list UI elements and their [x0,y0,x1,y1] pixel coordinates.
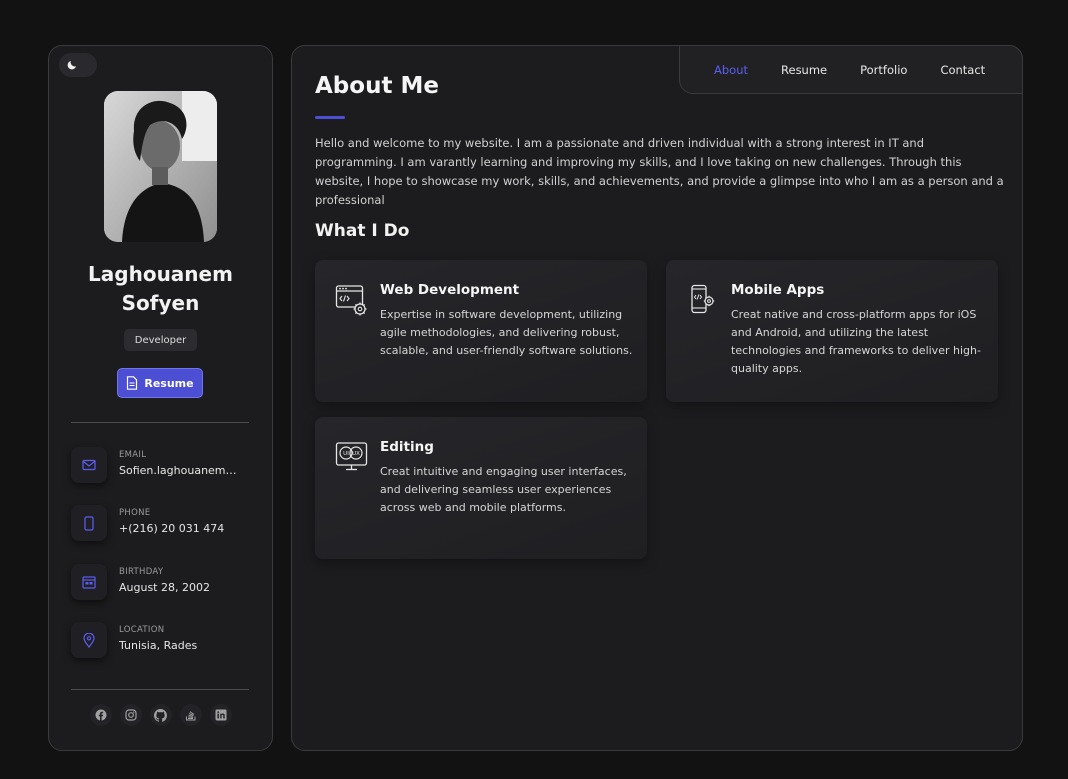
service-title: Editing [380,439,434,455]
contact-label: PHONE [119,508,151,518]
nav-contact[interactable]: Contact [940,63,985,77]
profile-sidebar: Laghouanem Sofyen Developer Resume EMAIL… [48,45,273,751]
service-card-mobile: Mobile Apps Creat native and cross-platf… [666,260,998,402]
title-underline [315,116,345,119]
social-links [49,704,272,726]
contact-label: LOCATION [119,625,165,635]
contact-label: EMAIL [119,450,147,460]
service-card-editing: UI UX Editing Creat intuitive and engagi… [315,417,647,559]
resume-button[interactable]: Resume [117,368,203,398]
divider [71,422,249,423]
document-icon [127,376,138,390]
nav-resume[interactable]: Resume [781,63,827,77]
ui-ux-icon: UI UX [335,442,368,471]
resume-button-label: Resume [144,376,194,390]
intro-text: Hello and welcome to my website. I am a … [315,136,1004,207]
theme-toggle[interactable] [59,53,97,77]
facebook-icon[interactable] [89,704,112,726]
profile-name: Laghouanem Sofyen [88,262,233,315]
mobile-app-icon [691,284,715,314]
navbar: About Resume Portfolio Contact [679,45,1023,94]
main-content: About Resume Portfolio Contact About Me … [291,45,1023,751]
service-description: Creat native and cross-platform apps for… [731,308,981,375]
linkedin-icon[interactable] [209,704,232,726]
avatar [104,91,217,242]
stackoverflow-icon[interactable] [179,704,202,726]
page-title: About Me [315,73,439,99]
service-title: Mobile Apps [731,282,825,298]
calendar-icon [71,564,107,600]
contact-value: Sofien.laghouanem@g... [119,464,247,477]
github-icon[interactable] [149,704,172,726]
what-i-do-title: What I Do [315,221,410,241]
contact-birthday: BIRTHDAY August 28, 2002 [71,564,251,604]
phone-icon [71,505,107,541]
web-development-icon [335,285,367,316]
contact-phone[interactable]: PHONE +(216) 20 031 474 [71,505,251,545]
role-badge: Developer [124,329,197,351]
svg-text:UX: UX [352,451,360,457]
nav-portfolio[interactable]: Portfolio [860,63,907,77]
contact-label: BIRTHDAY [119,567,164,577]
contact-location: LOCATION Tunisia, Rades [71,622,251,662]
instagram-icon[interactable] [119,704,142,726]
location-pin-icon [71,622,107,658]
contact-value: Tunisia, Rades [119,639,198,652]
contact-value: August 28, 2002 [119,581,210,594]
divider [71,689,249,690]
nav-about[interactable]: About [714,63,748,77]
service-title: Web Development [380,282,520,298]
moon-icon [67,61,76,70]
contact-email[interactable]: EMAIL Sofien.laghouanem@g... [71,447,251,487]
mail-icon [71,447,107,483]
service-card-web: Web Development Expertise in software de… [315,260,647,402]
svg-text:UI: UI [343,451,349,457]
service-description: Expertise in software development, utili… [380,308,633,357]
contact-value: +(216) 20 031 474 [119,522,225,535]
service-description: Creat intuitive and engaging user interf… [380,465,627,514]
